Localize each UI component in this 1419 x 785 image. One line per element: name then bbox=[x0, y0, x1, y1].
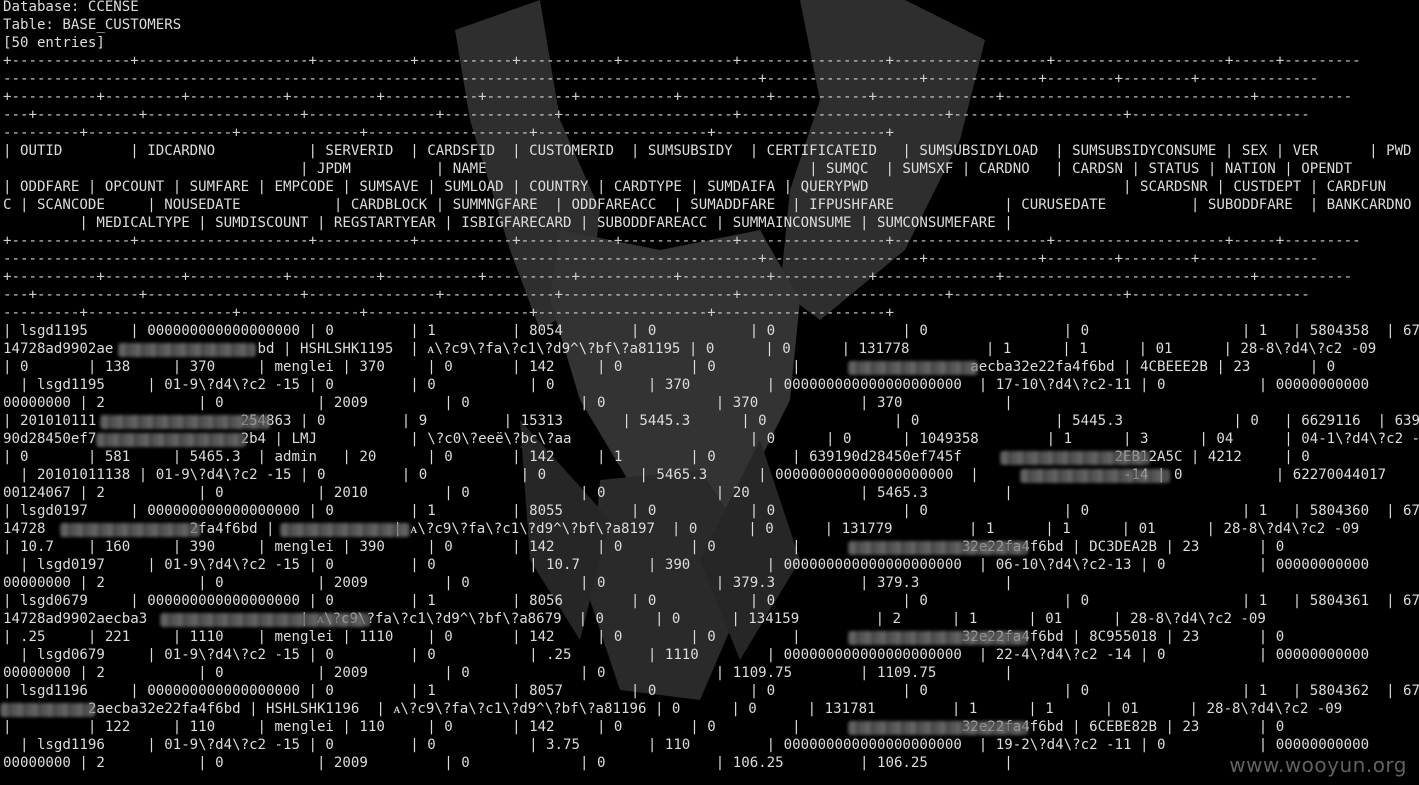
table-row-line: | .25 | 221 | 1110 | menglei | 1110 | 0 … bbox=[3, 629, 1285, 645]
redacted-blur bbox=[96, 433, 246, 447]
redacted-blur bbox=[848, 541, 1028, 555]
table-header-line: | JPDM | NAME | SUMQC | SUMSXF | CARDNO … bbox=[3, 161, 1353, 177]
table-separator: +----------+---------+-----------+------… bbox=[3, 89, 1353, 105]
table-row-line: | lsgd0679 | 01-9\?d4\?c2 -15 | 0 | 0 | … bbox=[3, 647, 1370, 663]
table-row-line: | 0 | 138 | 370 | menglei | 370 | 0 | 14… bbox=[3, 359, 1336, 375]
output-line: Database: CCENSE bbox=[3, 0, 139, 15]
table-row-line: | lsgd1195 | 000000000000000000 | 0 | 1 … bbox=[3, 323, 1419, 339]
table-header-line: C | SCANCODE | NOUSEDATE | CARDBLOCK | S… bbox=[3, 197, 1412, 213]
table-separator: ----------------------------------------… bbox=[3, 71, 1319, 87]
table-row-line: 00000000 | 2 | 0 | 2009 | 0 | 0 | 379.3 … bbox=[3, 575, 1013, 591]
table-row-line: | lsgd1196 | 000000000000000000 | 0 | 1 … bbox=[3, 683, 1419, 699]
redacted-blur bbox=[1020, 469, 1170, 483]
table-row-line: | 0 | 581 | 5465.3 | admin | 20 | 0 | 14… bbox=[3, 449, 1310, 465]
table-row-line: | 10.7 | 160 | 390 | menglei | 390 | 0 |… bbox=[3, 539, 1285, 555]
table-row-line: | lsgd1195 | 01-9\?d4\?c2 -15 | 0 | 0 | … bbox=[3, 377, 1370, 393]
redacted-blur bbox=[100, 415, 270, 429]
table-row-line: 00000000 | 2 | 0 | 2009 | 0 | 0 | 1109.7… bbox=[3, 665, 1013, 681]
output-line: Table: BASE_CUSTOMERS bbox=[3, 17, 182, 33]
redacted-blur bbox=[60, 523, 200, 537]
redacted-blur bbox=[1000, 451, 1150, 465]
table-row-line: | | 122 | 110 | menglei | 110 | 0 | 142 … bbox=[3, 719, 1285, 735]
table-separator: ---------+-----------------+------------… bbox=[3, 125, 894, 141]
table-row-line: | lsgd0197 | 01-9\?d4\?c2 -15 | 0 | 0 | … bbox=[3, 557, 1370, 573]
table-row-line: 2aecba32e22fa4f6bd | HSHLSHK1196 | ᴀ\?c9… bbox=[3, 701, 1343, 717]
output-line: [50 entries] bbox=[3, 35, 105, 51]
terminal-window[interactable]: Database: CCENSE Table: BASE_CUSTOMERS [… bbox=[0, 0, 1419, 785]
table-separator: ----------------------------------------… bbox=[3, 251, 1319, 267]
redacted-blur bbox=[280, 523, 410, 537]
redacted-blur bbox=[118, 343, 256, 357]
table-separator: +--------------+--------------------+---… bbox=[3, 53, 1361, 69]
table-row-line: 14728 2fa4f6bd | | ᴀ\?c9\?fa\?c1\?d9^\?b… bbox=[3, 521, 1360, 537]
terminal-output: Database: CCENSE Table: BASE_CUSTOMERS [… bbox=[3, 0, 1419, 772]
table-row-line: | lsgd0197 | 000000000000000000 | 0 | 1 … bbox=[3, 503, 1419, 519]
table-row-line: | 20101011138 | 01-9\?d4\?c2 -15 | 0 | 0… bbox=[3, 467, 1387, 483]
redacted-blur bbox=[0, 703, 95, 717]
redacted-blur bbox=[160, 613, 370, 627]
redacted-blur bbox=[848, 721, 1028, 735]
table-row-line: 00000000 | 2 | 0 | 2009 | 0 | 0 | 370 | … bbox=[3, 395, 1013, 411]
table-header-line: | ODDFARE | OPCOUNT | SUMFARE | EMPCODE … bbox=[3, 179, 1387, 195]
redacted-blur bbox=[848, 361, 978, 375]
table-separator: ---+------------+------------------+----… bbox=[3, 107, 1310, 123]
table-header-line: | OUTID | IDCARDNO | SERVERID | CARDSFID… bbox=[3, 143, 1412, 159]
table-row-line: 00124067 | 2 | 0 | 2010 | 0 | 0 | 20 | 5… bbox=[3, 485, 1013, 501]
table-header-line: | MEDICALTYPE | SUMDISCOUNT | REGSTARTYE… bbox=[3, 215, 1013, 231]
table-row-line: 00000000 | 2 | 0 | 2009 | 0 | 0 | 106.25… bbox=[3, 755, 1013, 771]
table-row-line: | lsgd0679 | 000000000000000000 | 0 | 1 … bbox=[3, 593, 1419, 609]
redacted-blur bbox=[848, 631, 1028, 645]
table-row-line: | lsgd1196 | 01-9\?d4\?c2 -15 | 0 | 0 | … bbox=[3, 737, 1370, 753]
table-separator: +----------+---------+-----------+------… bbox=[3, 269, 1353, 285]
table-separator: +--------------+--------------------+---… bbox=[3, 233, 1361, 249]
table-separator: ---+------------+------------------+----… bbox=[3, 287, 1310, 303]
table-separator: ---------+-----------------+------------… bbox=[3, 305, 894, 321]
wooyun-watermark: www.wooyun.org bbox=[1229, 753, 1407, 777]
